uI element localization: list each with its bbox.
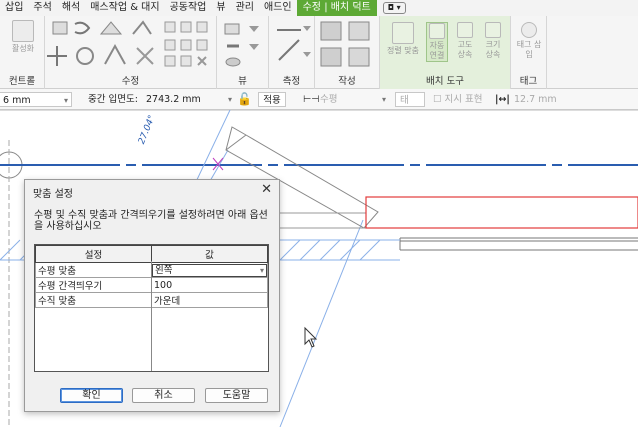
- reference-line: [279, 219, 364, 427]
- menu-addins[interactable]: 애드인: [259, 0, 297, 16]
- horizontal-offset-input[interactable]: 100: [151, 277, 268, 293]
- setting-horizontal-offset: 수평 간격띄우기: [35, 277, 152, 293]
- panel-title-create: 작성: [338, 76, 356, 87]
- panel-title-placement: 배치 도구: [426, 76, 464, 87]
- justify-icon: [392, 22, 414, 44]
- cancel-button[interactable]: 취소: [132, 388, 195, 403]
- setting-horizontal-justification: 수평 맞춤: [35, 262, 152, 278]
- chevron-down-icon: ▾: [227, 95, 232, 104]
- modify-tools-icons[interactable]: [45, 16, 217, 74]
- panel-measure: 측정: [269, 16, 315, 89]
- activate-tool[interactable]: 활성화: [6, 20, 40, 54]
- tag-dropdown[interactable]: 태그...: [395, 92, 425, 121]
- setting-vertical-justification: 수직 맞춤: [35, 292, 152, 308]
- panel-title-tag: 태그: [519, 76, 538, 87]
- horizontal-justification-select[interactable]: 왼쪽 ▾: [152, 263, 267, 277]
- tag-on-placement-tool[interactable]: 태그 삽입: [516, 22, 542, 60]
- column-header-setting: 설정: [35, 245, 152, 263]
- offset-dropdown[interactable]: 6 mm ▾: [0, 92, 72, 107]
- chevron-down-icon: ▾: [63, 96, 68, 105]
- middle-elevation-input[interactable]: 2743.2 mm ▾: [146, 92, 232, 107]
- apply-button[interactable]: 적용: [258, 92, 286, 107]
- justify-tool[interactable]: 정렬 맞춤: [382, 22, 424, 56]
- inherit-elevation-tool[interactable]: 고도 상속: [454, 22, 476, 60]
- leader-checkbox[interactable]: ☐ 지시 표현: [433, 92, 483, 107]
- dialog-title: 맞춤 설정: [33, 189, 73, 200]
- ok-button[interactable]: 확인: [60, 388, 123, 403]
- settings-grid: 설정 값 수평 맞춤 왼쪽 ▾ 수평 간격띄우기 100 수직 맞춤 가운데: [34, 244, 269, 372]
- mouse-cursor-icon: [304, 326, 318, 348]
- menu-collaborate[interactable]: 공동작업: [165, 0, 212, 16]
- help-button[interactable]: 도움말: [205, 388, 268, 403]
- leader-length-input[interactable]: 12.7 mm: [514, 92, 557, 107]
- column-divider: [151, 261, 152, 371]
- middle-elevation-label: 중간 입면도:: [88, 94, 138, 105]
- panel-modify: 수정: [45, 16, 217, 89]
- panel-title-measure: 측정: [282, 76, 301, 87]
- panel-title-view: 뷰: [238, 76, 247, 87]
- measure-tools-icons[interactable]: [269, 16, 315, 74]
- chevron-down-icon: ▾: [259, 265, 264, 275]
- tab-modify-place-duct[interactable]: 수정 | 배치 덕트: [296, 0, 377, 16]
- create-tools-icons[interactable]: [315, 16, 380, 74]
- tag-icon: [521, 22, 537, 38]
- selected-duct[interactable]: [365, 196, 638, 229]
- menu-insert[interactable]: 삽입: [0, 0, 28, 16]
- ribbon-toggle-icon[interactable]: ◘ ▾: [382, 2, 406, 14]
- panel-title-modify: 수정: [121, 76, 140, 87]
- options-bar: 6 mm ▾ 중간 입면도: 2743.2 mm ▾ 🔓 적용 ⊢⊣ 수평 ▾ …: [0, 89, 638, 121]
- inherit-elevation-icon: [457, 22, 473, 38]
- chevron-down-icon: ▾: [381, 95, 386, 104]
- ribbon: 활성화 컨트롤 수정 뷰 측정 작성 정렬 맞춤 자동 연결 고도 상속 크기 …: [0, 16, 638, 89]
- menu-massing-site[interactable]: 매스작업 & 대지: [85, 0, 164, 16]
- justification-dialog: 맞춤 설정 ✕ 수평 및 수직 맞춤과 간격띄우기를 설정하려면 아래 옵션을 …: [24, 179, 280, 412]
- panel-view: 뷰: [217, 16, 269, 89]
- horizontal-align-icon: ⊢⊣: [303, 94, 320, 105]
- panel-select: 활성화 컨트롤: [0, 16, 45, 89]
- dialog-description: 수평 및 수직 맞춤과 간격띄우기를 설정하려면 아래 옵션을 사용하십시오: [34, 210, 268, 232]
- view-tools-icons[interactable]: [217, 16, 269, 74]
- menu-analyze[interactable]: 해석: [57, 0, 85, 16]
- menu-manage[interactable]: 관리: [231, 0, 259, 16]
- menu-view[interactable]: 뷰: [211, 0, 230, 16]
- menu-annotate[interactable]: 주석: [28, 0, 56, 16]
- panel-title-select: 컨트롤: [8, 76, 36, 87]
- inherit-size-tool[interactable]: 크기 상속: [482, 22, 504, 60]
- panel-create: 작성: [315, 16, 380, 89]
- auto-connect-tool[interactable]: 자동 연결: [426, 22, 448, 62]
- column-header-value: 값: [151, 245, 268, 263]
- vertical-justification-select[interactable]: 가운데: [151, 292, 268, 308]
- auto-connect-icon: [429, 23, 445, 39]
- horizontal-dropdown[interactable]: 수평 ▾: [320, 92, 386, 107]
- panel-placement-tools: 정렬 맞춤 자동 연결 고도 상속 크기 상속 배치 도구: [380, 16, 511, 89]
- close-icon[interactable]: ✕: [261, 182, 272, 197]
- leader-length-icon: |↔|: [495, 94, 510, 105]
- menu-bar: 삽입 주석 해석 매스작업 & 대지 공동작업 뷰 관리 애드인 수정 | 배치…: [0, 0, 638, 16]
- lock-icon[interactable]: 🔓: [237, 92, 252, 107]
- panel-tag: 태그 삽입 태그: [511, 16, 547, 89]
- activate-icon: [12, 20, 34, 42]
- inherit-size-icon: [485, 22, 501, 38]
